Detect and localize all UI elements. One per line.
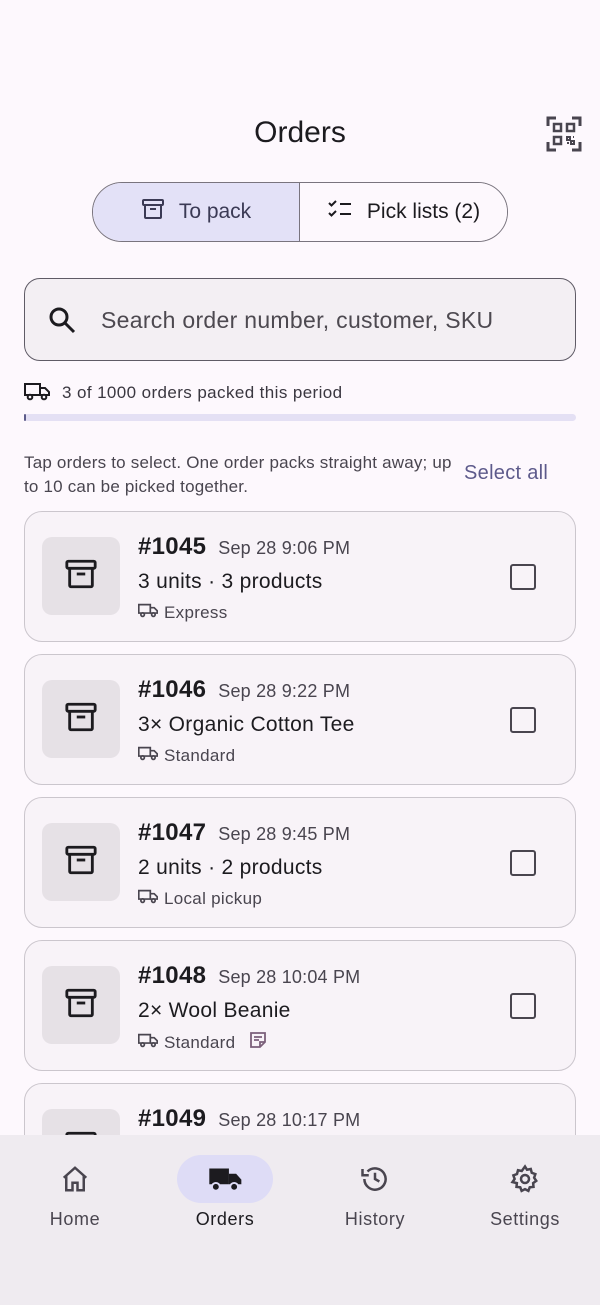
nav-item-history[interactable]: History [300,1155,450,1230]
order-summary: 3× Organic Cotton Tee [138,713,355,736]
truck-icon [137,888,159,909]
page-title: Orders [254,116,346,149]
nav-item-home[interactable]: Home [0,1155,150,1230]
order-date: Sep 28 9:06 PM [218,538,351,558]
order-date: Sep 28 10:04 PM [218,967,361,987]
order-thumbnail [42,823,120,901]
order-date: Sep 28 9:22 PM [218,681,351,701]
bottom-navigation: Home Orders History Settings [0,1135,600,1305]
search-bar [24,278,576,361]
order-checkbox[interactable] [510,850,536,876]
archive-icon [64,986,98,1025]
truck-icon [137,1032,159,1053]
order-thumbnail [42,966,120,1044]
order-card[interactable]: #1046 Sep 28 9:22 PM 3× Organic Cotton Tee… [24,654,576,785]
order-header: #1049 Sep 28 10:17 PM [138,1105,360,1133]
checklist-icon [327,197,353,227]
packed-count-text: 3 of 1000 orders packed this period [62,383,343,402]
truck-icon [137,745,159,766]
archive-icon [64,557,98,596]
order-number: #1047 [138,819,207,846]
order-header: #1047 Sep 28 9:45 PM [138,819,350,847]
note-icon [249,1031,267,1054]
segment-pick-lists[interactable]: Pick lists (2) [300,183,507,241]
segment-label: Pick lists (2) [366,200,481,223]
segment-to-pack[interactable]: To pack [93,183,300,241]
truck-icon [24,381,50,406]
search-input[interactable] [101,299,561,341]
packed-status: 3 of 1000 orders packed this period [24,380,343,406]
order-number: #1045 [138,533,207,560]
order-thumbnail [42,680,120,758]
order-thumbnail [42,537,120,615]
order-thumbnail [42,1109,120,1135]
shipping-method: Standard [164,1032,236,1052]
shipping-method: Express [164,602,228,622]
qr-code-scanner-icon[interactable] [546,116,582,152]
order-summary: 3 units · 3 products [138,570,323,593]
order-date: Sep 28 9:45 PM [218,824,351,844]
segmented-control: To pack Pick lists (2) [92,182,508,242]
order-summary: 2 units · 2 products [138,856,323,879]
truck-icon [137,602,159,623]
order-header: #1045 Sep 28 9:06 PM [138,533,350,561]
history-icon [327,1155,423,1203]
search-icon [47,305,77,335]
nav-label: History [344,1209,406,1229]
order-shipping: Standard [137,745,236,766]
selection-hint: Tap orders to select. One order packs st… [24,453,452,496]
archive-icon [64,843,98,882]
gear-icon [477,1155,573,1203]
home-icon [27,1155,123,1203]
order-summary: 2× Wool Beanie [138,999,291,1022]
order-card[interactable]: #1045 Sep 28 9:06 PM 3 units · 3 products E… [24,511,576,642]
archive-icon [64,700,98,739]
order-number: #1048 [138,962,207,989]
nav-label: Orders [195,1209,255,1229]
order-number: #1046 [138,676,207,703]
order-header: #1046 Sep 28 9:22 PM [138,676,350,704]
top-app-bar: Orders [0,0,600,170]
order-header: #1048 Sep 28 10:04 PM [138,962,360,990]
order-shipping: Standard [137,1031,267,1054]
segment-label: To pack [178,200,252,223]
nav-item-settings[interactable]: Settings [450,1155,600,1230]
nav-item-orders[interactable]: Orders [150,1155,300,1230]
order-date: Sep 28 10:17 PM [218,1110,361,1130]
order-checkbox[interactable] [510,707,536,733]
order-list: #1045 Sep 28 9:06 PM 3 units · 3 products E… [24,511,576,1135]
shipping-method: Standard [164,745,236,765]
order-shipping: Express [137,602,228,623]
order-card[interactable]: #1047 Sep 28 9:45 PM 2 units · 2 products L… [24,797,576,928]
order-shipping: Local pickup [137,888,263,909]
select-all-button[interactable]: Select all [464,462,548,485]
packed-progress-bar [24,414,576,421]
order-checkbox[interactable] [510,993,536,1019]
shipping-method: Local pickup [164,888,263,908]
archive-icon [141,197,165,227]
nav-label: Home [49,1209,101,1229]
order-card[interactable]: #1048 Sep 28 10:04 PM 2× Wool Beanie Standa… [24,940,576,1071]
nav-label: Settings [490,1209,560,1229]
packed-progress-fill [24,414,27,421]
truck-icon [177,1155,273,1203]
order-checkbox[interactable] [510,564,536,590]
order-card[interactable]: #1049 Sep 28 10:17 PM [24,1083,576,1135]
order-number: #1049 [138,1105,207,1132]
